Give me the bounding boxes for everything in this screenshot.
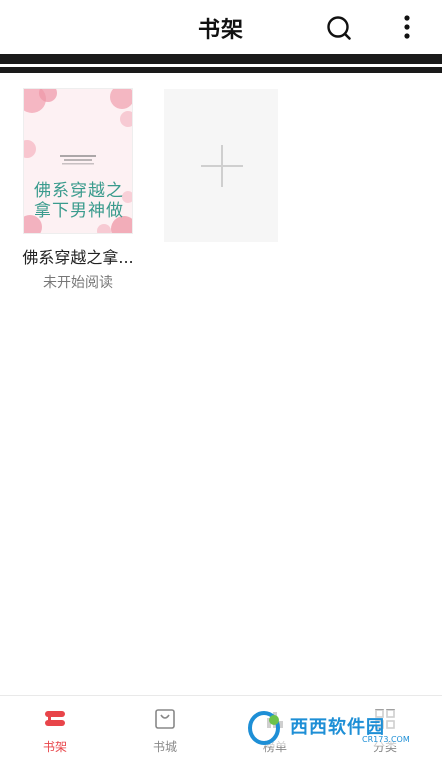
header-divider [0, 54, 442, 74]
watermark-logo-icon [248, 711, 280, 745]
more-button[interactable] [396, 14, 418, 42]
book-title[interactable]: 佛系穿越之拿... [12, 244, 144, 268]
add-book-button[interactable] [164, 89, 278, 242]
book-cover[interactable]: 佛系穿越之拿下男神做 [24, 89, 132, 233]
book-reading-status: 未开始阅读 [43, 275, 113, 291]
search-icon [327, 16, 351, 40]
nav-tab-bookshelf[interactable]: 书架 [0, 696, 110, 757]
plus-icon-vertical [221, 145, 223, 187]
nav-label-bookstore: 书城 [152, 740, 177, 754]
top-bar: 书架 [0, 0, 442, 54]
bookshelf-icon [45, 711, 65, 726]
divider-bar-top [0, 54, 442, 64]
watermark-subtext: CR173.COM [362, 735, 410, 744]
nav-label-bookshelf: 书架 [42, 740, 67, 754]
page-title: 书架 [197, 18, 244, 43]
more-vertical-icon [404, 15, 410, 39]
divider-bar-bottom [0, 67, 442, 73]
search-button[interactable] [325, 14, 353, 42]
nav-tab-bookstore[interactable]: 书城 [110, 696, 220, 757]
watermark-overlay: 西西软件园 CR173.COM [242, 710, 422, 746]
bag-icon [155, 709, 175, 729]
cover-title: 佛系穿越之拿下男神做 [34, 181, 124, 221]
